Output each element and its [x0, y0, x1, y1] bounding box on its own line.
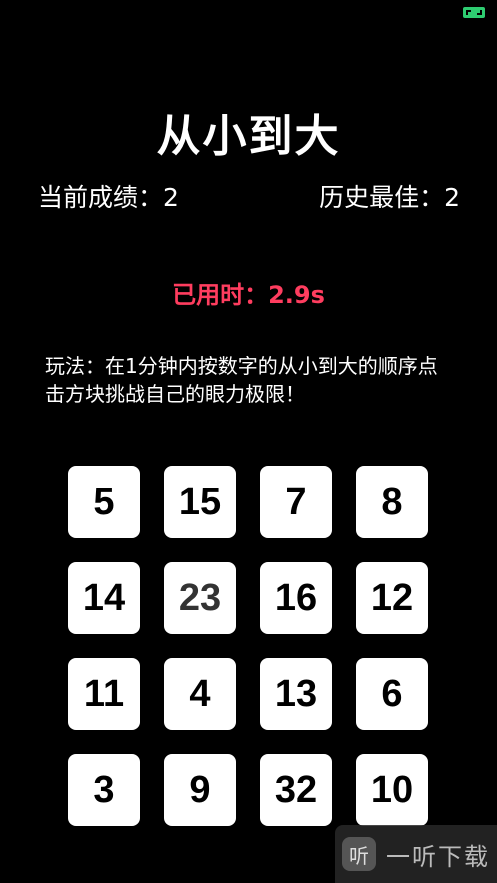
- watermark-text: 一听下载: [386, 842, 490, 871]
- fullscreen-icon[interactable]: [463, 7, 485, 18]
- number-tile[interactable]: 11: [68, 658, 140, 730]
- best-score: 历史最佳：2: [319, 183, 460, 212]
- number-tile[interactable]: 32: [260, 754, 332, 826]
- number-tile[interactable]: 12: [356, 562, 428, 634]
- number-tile[interactable]: 16: [260, 562, 332, 634]
- number-tile[interactable]: 4: [164, 658, 236, 730]
- watermark: 听 一听下载: [335, 825, 497, 883]
- number-tile[interactable]: 5: [68, 466, 140, 538]
- number-tile[interactable]: 8: [356, 466, 428, 538]
- number-tile[interactable]: 9: [164, 754, 236, 826]
- number-tile[interactable]: 3: [68, 754, 140, 826]
- number-tile[interactable]: 6: [356, 658, 428, 730]
- page-title: 从小到大: [156, 111, 341, 162]
- number-tile[interactable]: 23: [164, 562, 236, 634]
- rules-text: 玩法：在1分钟内按数字的从小到大的顺序点击方块挑战自己的眼力极限！: [45, 354, 438, 406]
- elapsed-timer: 已用时：2.9s: [172, 281, 325, 309]
- number-tile[interactable]: 14: [68, 562, 140, 634]
- current-score: 当前成绩：2: [38, 183, 179, 212]
- number-tile[interactable]: 15: [164, 466, 236, 538]
- number-tile[interactable]: 13: [260, 658, 332, 730]
- number-tile[interactable]: 10: [356, 754, 428, 826]
- watermark-logo-icon: 听: [342, 837, 376, 871]
- number-tile[interactable]: 7: [260, 466, 332, 538]
- number-grid: 5 15 7 8 14 23 16 12 11 4 13 6 3 9 32 10: [68, 466, 430, 826]
